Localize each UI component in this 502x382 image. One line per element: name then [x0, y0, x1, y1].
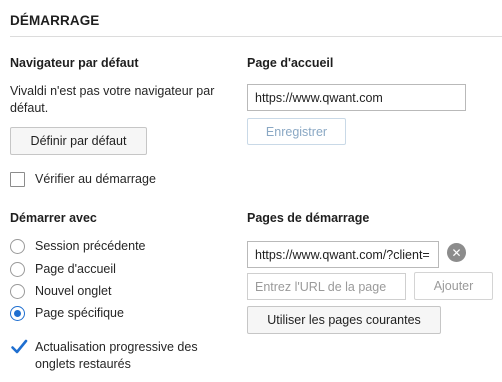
progressive-reload-label-line1: Actualisation progressive des: [35, 340, 198, 354]
radio-new-tab[interactable]: [10, 284, 25, 299]
default-browser-heading: Navigateur par défaut: [10, 56, 139, 70]
radio-previous-session[interactable]: [10, 239, 25, 254]
clear-startup-page-button[interactable]: ✕: [447, 243, 466, 262]
section-title: DÉMARRAGE: [10, 13, 100, 28]
progressive-reload-label-line2: onglets restaurés: [35, 357, 131, 371]
start-with-heading: Démarrer avec: [10, 211, 97, 225]
startup-settings-panel: DÉMARRAGE Navigateur par défaut Vivaldi …: [0, 0, 502, 382]
new-startup-page-input[interactable]: Entrez l'URL de la page: [247, 273, 406, 300]
homepage-heading: Page d'accueil: [247, 56, 334, 70]
close-icon: ✕: [451, 245, 462, 260]
homepage-url-input[interactable]: https://www.qwant.com: [247, 84, 466, 111]
save-homepage-button[interactable]: Enregistrer: [247, 118, 346, 145]
radio-label-homepage: Page d'accueil: [35, 262, 116, 276]
radio-label-specific-page: Page spécifique: [35, 306, 124, 320]
startup-pages-heading: Pages de démarrage: [247, 211, 370, 225]
default-browser-status-line1: Vivaldi n'est pas votre navigateur par: [10, 84, 215, 98]
check-on-startup-label: Vérifier au démarrage: [35, 172, 156, 186]
add-startup-page-button[interactable]: Ajouter: [414, 272, 493, 300]
check-on-startup-checkbox[interactable]: [10, 172, 25, 187]
section-divider: [10, 36, 502, 37]
radio-label-new-tab: Nouvel onglet: [35, 284, 112, 298]
radio-homepage[interactable]: [10, 262, 25, 277]
progressive-reload-checkbox[interactable]: [10, 338, 28, 356]
use-current-pages-button[interactable]: Utiliser les pages courantes: [247, 306, 441, 334]
set-default-button[interactable]: Définir par défaut: [10, 127, 147, 155]
default-browser-status-line2: défaut.: [10, 101, 49, 115]
startup-page-url-input[interactable]: https://www.qwant.com/?client=: [247, 241, 439, 268]
radio-specific-page[interactable]: [10, 306, 25, 321]
radio-label-previous-session: Session précédente: [35, 239, 146, 253]
